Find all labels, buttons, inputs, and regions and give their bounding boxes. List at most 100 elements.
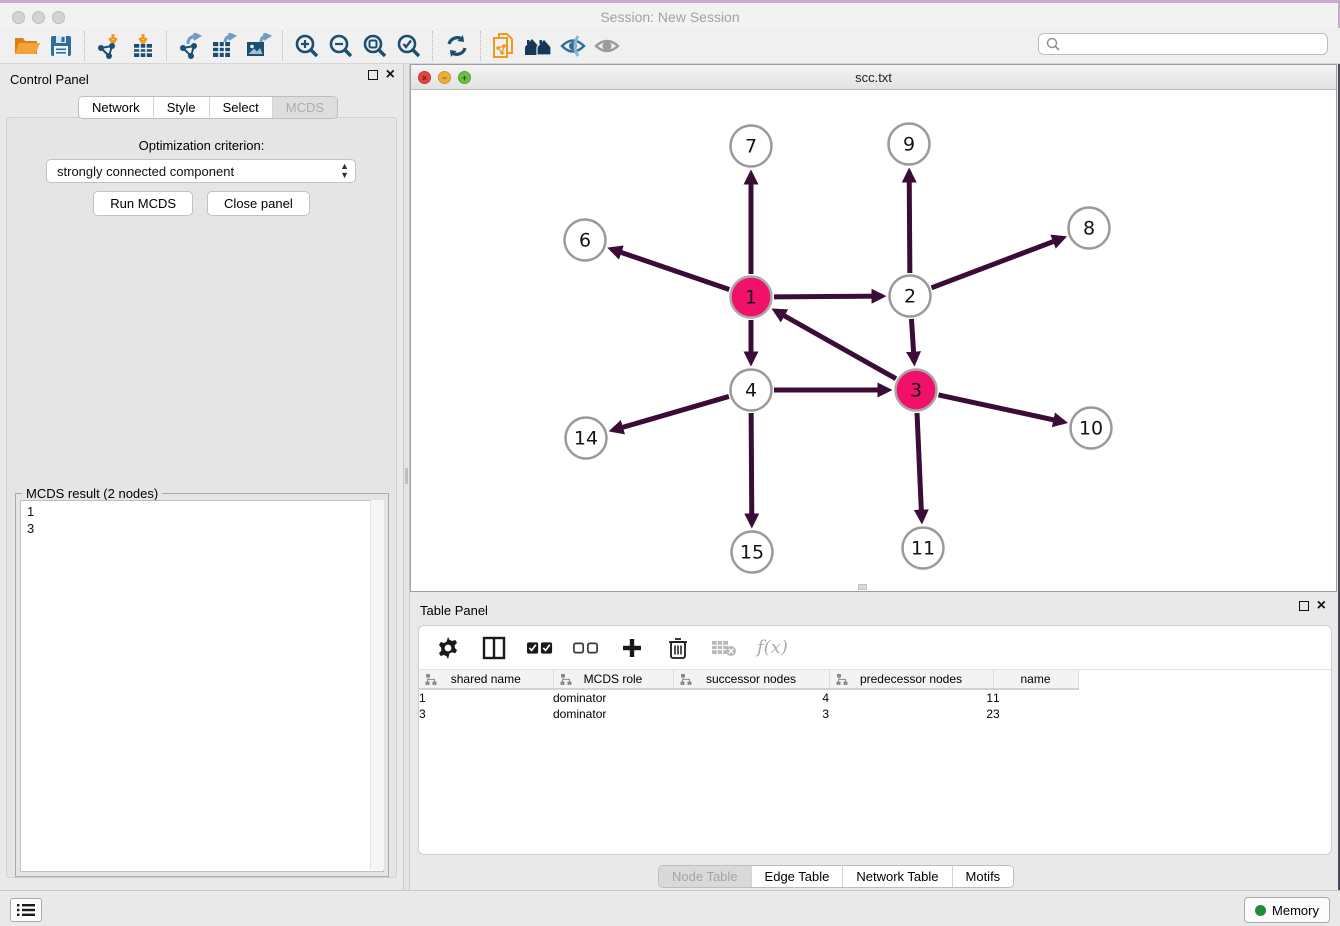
table-row[interactable]: 3dominator323 [419, 706, 1331, 722]
column-header-mcds-role[interactable]: MCDS role [553, 670, 673, 689]
table-cell[interactable]: 1 [419, 689, 553, 706]
svg-text:2: 2 [904, 286, 916, 308]
tab-mcds[interactable]: MCDS [272, 97, 337, 118]
zoom-out-icon[interactable] [324, 31, 358, 61]
control-panel-float-icon[interactable] [368, 70, 378, 80]
export-network-icon[interactable] [174, 31, 208, 61]
tab-node-table[interactable]: Node Table [659, 866, 751, 887]
run-mcds-button[interactable]: Run MCDS [93, 191, 193, 216]
graph-node-15[interactable]: 15 [732, 532, 773, 573]
table-cell-filler [1078, 706, 1331, 722]
toolbar-separator [480, 31, 482, 61]
function-fx-icon[interactable]: f(x) [757, 637, 788, 658]
graph-edge-2-8[interactable] [932, 238, 1063, 288]
graph-edge-2-9[interactable] [909, 172, 910, 273]
result-scrollbar[interactable] [370, 500, 384, 870]
status-bar: Memory [0, 890, 1340, 926]
chevron-up-down-icon: ▲▼ [340, 162, 349, 180]
import-network-icon[interactable] [92, 31, 126, 61]
zoom-selected-icon[interactable] [392, 31, 426, 61]
import-table-icon[interactable] [126, 31, 160, 61]
control-panel-header: Control Panel × [0, 64, 403, 94]
column-header-shared-name[interactable]: shared name [419, 670, 553, 689]
trash-icon[interactable] [665, 635, 691, 661]
network-graph: 7 9 6 8 1 2 4 3 14 10 15 11 [411, 90, 1336, 591]
memory-button[interactable]: Memory [1244, 897, 1330, 923]
tab-network[interactable]: Network [79, 97, 153, 118]
graph-node-7[interactable]: 7 [731, 126, 772, 167]
column-header-successor-nodes[interactable]: successor nodes [673, 670, 829, 689]
zoom-in-icon[interactable] [290, 31, 324, 61]
tab-motifs[interactable]: Motifs [952, 866, 1014, 887]
tab-select[interactable]: Select [209, 97, 272, 118]
table-cell[interactable]: 1 [993, 689, 1078, 706]
tab-network-table[interactable]: Network Table [842, 866, 951, 887]
network-window-titlebar[interactable]: × − + scc.txt [411, 65, 1336, 90]
table-cell[interactable]: 2 [829, 706, 993, 722]
hide-eye-icon[interactable] [556, 31, 590, 61]
graph-edge-4-15[interactable] [751, 413, 752, 524]
table-cell[interactable]: dominator [553, 689, 673, 706]
graph-node-8[interactable]: 8 [1069, 208, 1110, 249]
gear-icon[interactable] [435, 635, 461, 661]
table-cell[interactable]: 3 [673, 706, 829, 722]
graph-node-10[interactable]: 10 [1071, 408, 1112, 449]
zoom-fit-icon[interactable] [358, 31, 392, 61]
table-cell[interactable]: dominator [553, 706, 673, 722]
search-input[interactable] [1061, 36, 1327, 53]
select-all-checkboxes-icon[interactable] [527, 635, 553, 661]
svg-text:3: 3 [910, 380, 922, 402]
graph-node-14[interactable]: 14 [566, 418, 607, 459]
graph-node-9[interactable]: 9 [889, 124, 930, 165]
app-titlebar: Session: New Session [0, 0, 1340, 28]
split-columns-icon[interactable] [481, 635, 507, 661]
graph-node-6[interactable]: 6 [565, 220, 606, 261]
deselect-checkboxes-icon[interactable] [573, 635, 599, 661]
refresh-arrows-icon[interactable] [440, 31, 474, 61]
splitter-handle[interactable] [405, 468, 408, 484]
graph-edge-3-1[interactable] [775, 311, 896, 379]
node-table-card: f(x) shared name MCDS role successor nod… [418, 625, 1332, 855]
save-floppy-icon[interactable] [44, 31, 78, 61]
column-header-predecessor-nodes[interactable]: predecessor nodes [829, 670, 993, 689]
control-panel-close-icon[interactable]: × [386, 70, 395, 80]
table-panel-close-icon[interactable]: × [1317, 601, 1326, 611]
graph-node-1[interactable]: 1 [731, 277, 772, 318]
graph-edge-1-2[interactable] [774, 296, 882, 297]
graph-node-3[interactable]: 3 [896, 370, 937, 411]
export-table-icon[interactable] [208, 31, 242, 61]
graph-edge-1-6[interactable] [611, 249, 729, 289]
control-panel-tabs: Network Style Select MCDS [78, 96, 338, 119]
table-cell[interactable]: 3 [419, 706, 553, 722]
clone-network-icon[interactable] [488, 31, 522, 61]
table-cell[interactable]: 4 [673, 689, 829, 706]
vertical-splitter[interactable] [403, 64, 410, 890]
optimization-criterion-select[interactable]: strongly connected component ▲▼ [46, 159, 356, 183]
open-folder-icon[interactable] [10, 31, 44, 61]
graph-node-4[interactable]: 4 [731, 370, 772, 411]
graph-edge-4-14[interactable] [613, 396, 729, 430]
graph-edge-2-3[interactable] [911, 319, 914, 362]
table-cell[interactable]: 3 [993, 706, 1078, 722]
graph-edge-3-10[interactable] [938, 395, 1063, 422]
houses-icon[interactable] [522, 31, 556, 61]
delete-table-icon[interactable] [711, 635, 737, 661]
table-row[interactable]: 1dominator411 [419, 689, 1331, 706]
close-panel-button[interactable]: Close panel [207, 191, 310, 216]
graph-edge-3-11[interactable] [917, 413, 922, 520]
mcds-result-groupbox: MCDS result (2 nodes) 13 [15, 493, 389, 877]
table-panel-float-icon[interactable] [1299, 601, 1309, 611]
graph-node-11[interactable]: 11 [903, 528, 944, 569]
export-image-icon[interactable] [242, 31, 276, 61]
show-eye-icon[interactable] [590, 31, 624, 61]
add-plus-icon[interactable] [619, 635, 645, 661]
tab-style[interactable]: Style [153, 97, 209, 118]
tab-edge-table[interactable]: Edge Table [751, 866, 843, 887]
canvas-resize-handle[interactable] [858, 584, 867, 590]
toolbar-separator [166, 31, 168, 61]
task-list-button[interactable] [10, 898, 42, 922]
network-canvas[interactable]: 7 9 6 8 1 2 4 3 14 10 15 11 [411, 90, 1336, 591]
table-cell[interactable]: 1 [829, 689, 993, 706]
column-header-name[interactable]: name [993, 670, 1078, 689]
graph-node-2[interactable]: 2 [890, 276, 931, 317]
